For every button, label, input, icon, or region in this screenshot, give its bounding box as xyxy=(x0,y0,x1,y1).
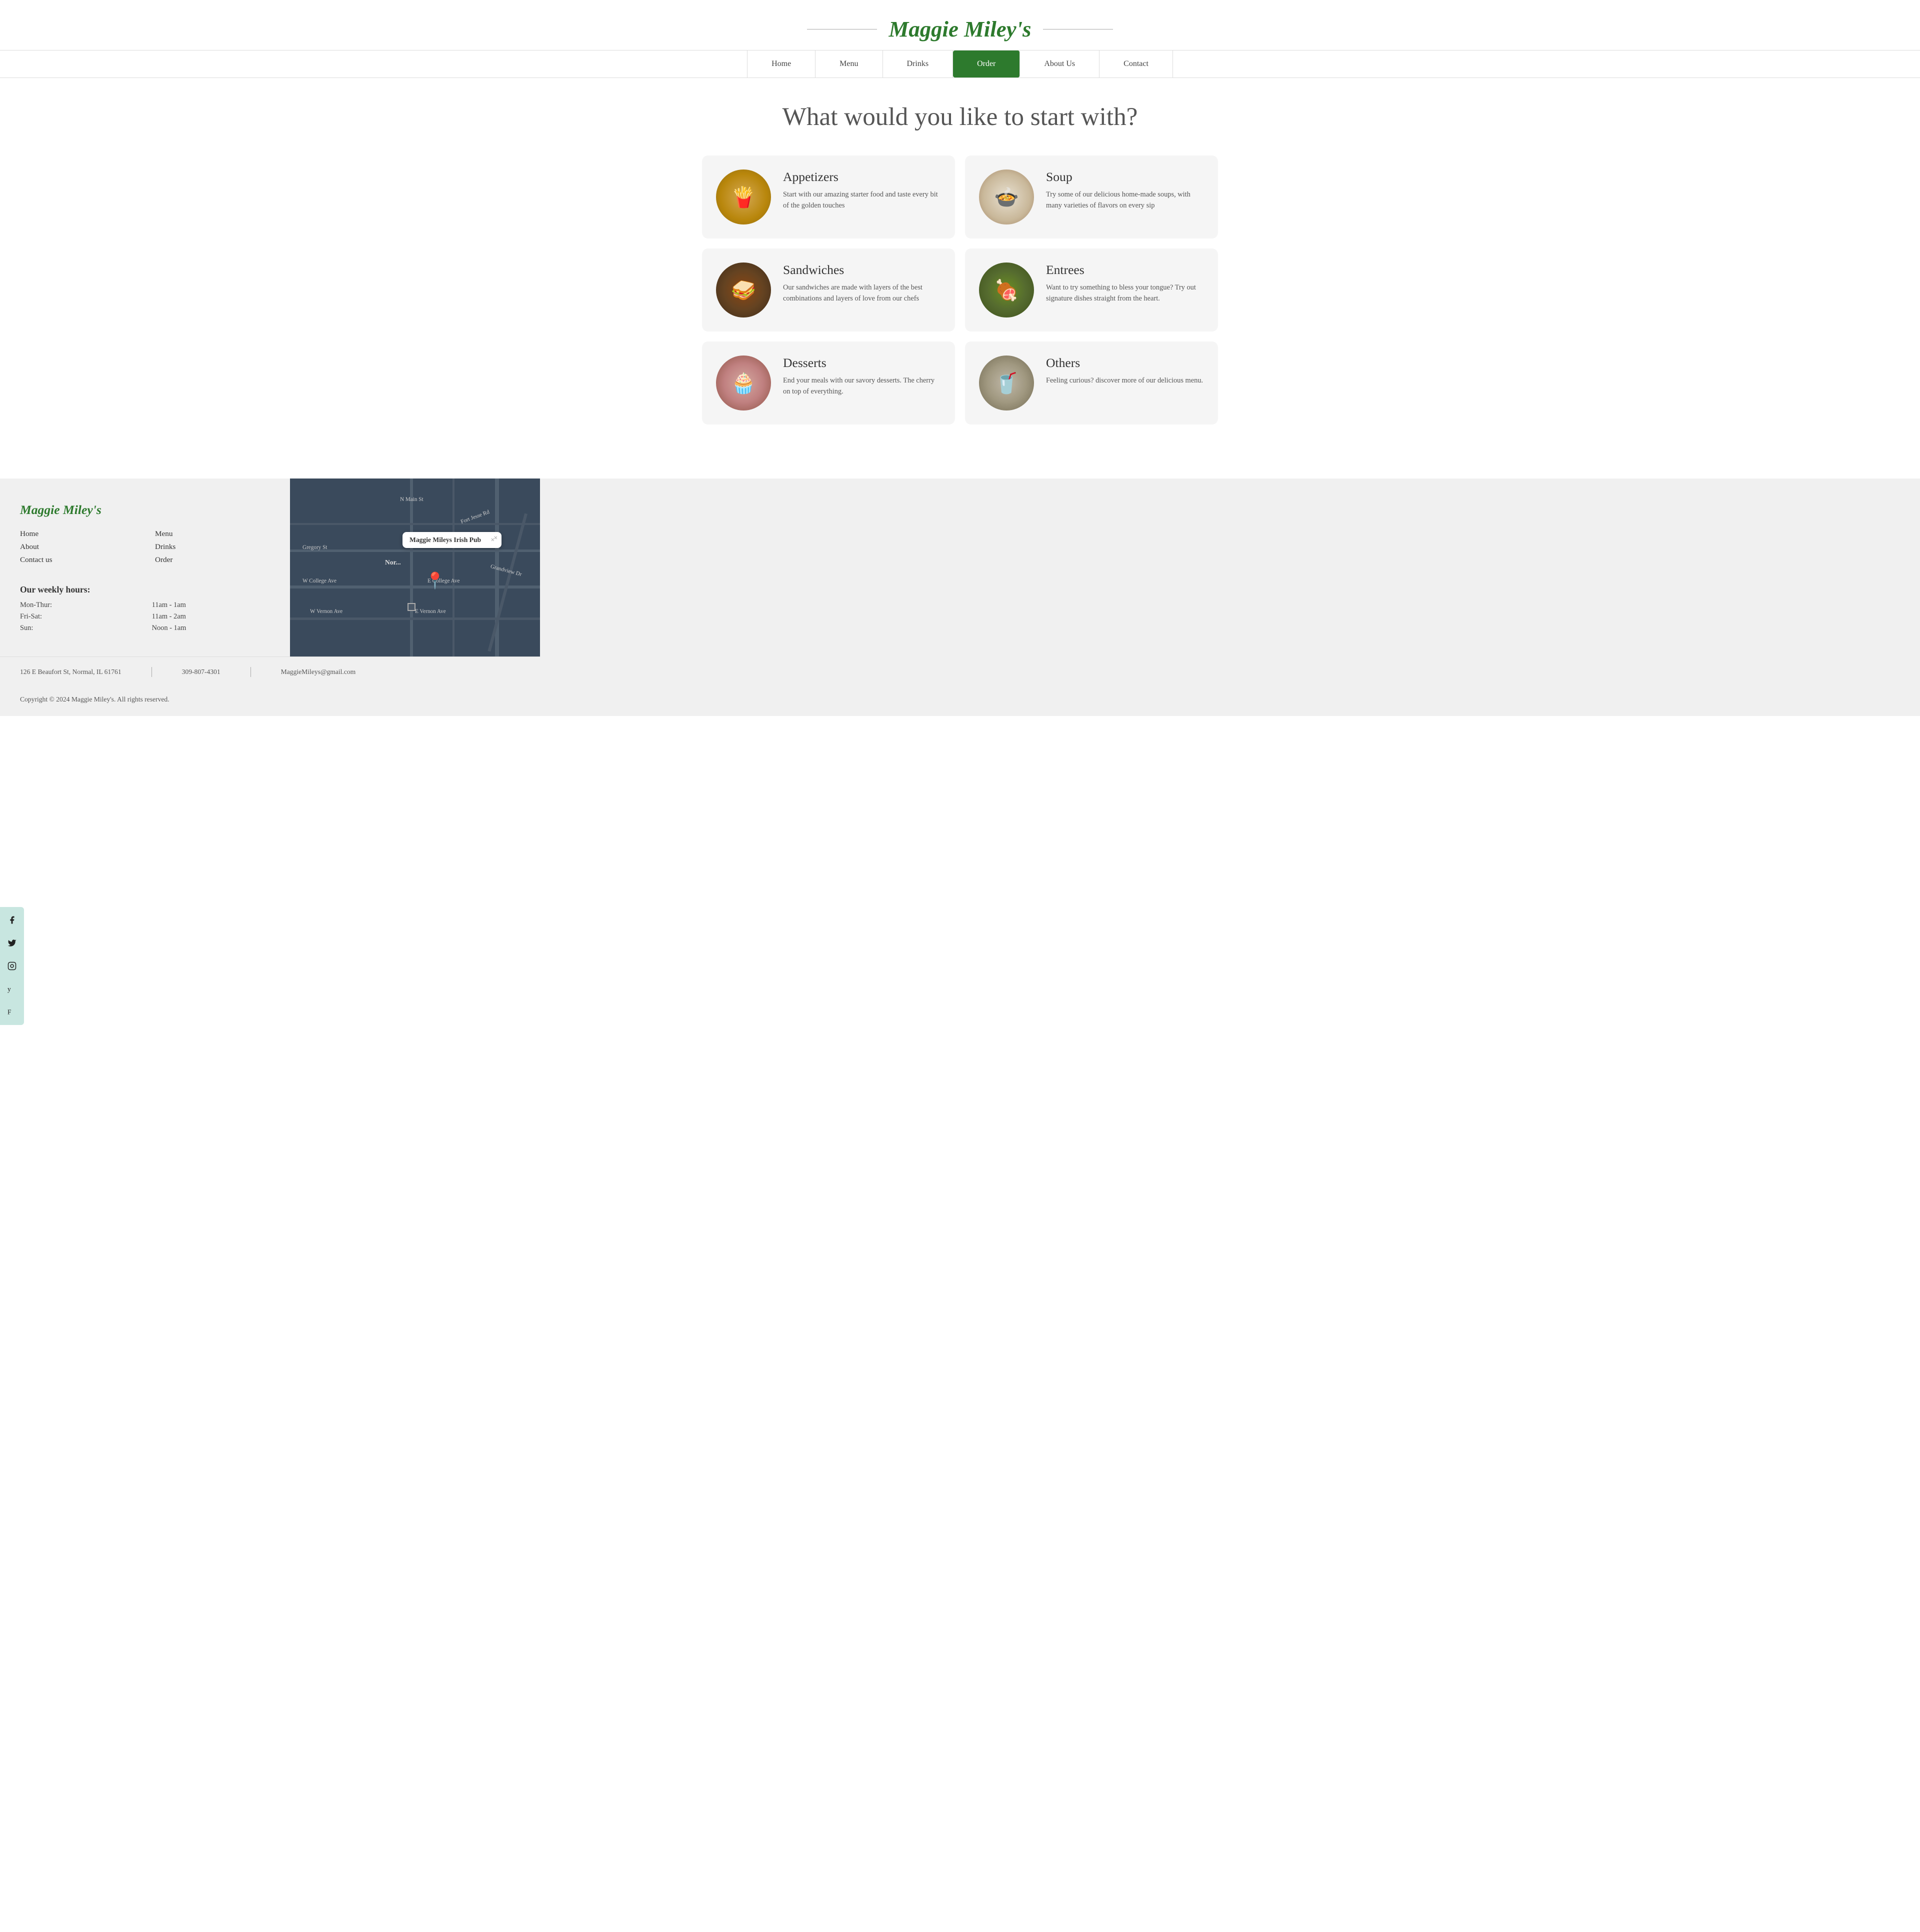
footer-link-order[interactable]: Order xyxy=(155,556,270,564)
map-tooltip-text: Maggie Mileys Irish Pub xyxy=(410,536,481,544)
menu-card-desc-others: Feeling curious? discover more of our de… xyxy=(1046,376,1203,386)
footer-bottom: 126 E Beaufort St, Normal, IL 61761 309-… xyxy=(0,656,540,687)
twitter-icon[interactable] xyxy=(5,936,19,950)
svg-text:y: y xyxy=(8,986,11,993)
footer-hours-title: Our weekly hours: xyxy=(20,584,270,595)
footer-link-menu[interactable]: Menu xyxy=(155,530,270,538)
menu-card-desc-sandwiches: Our sandwiches are made with layers of t… xyxy=(783,282,941,304)
hours-time: 11am - 2am xyxy=(152,612,270,621)
menu-card-others[interactable]: 🥤 Others Feeling curious? discover more of… xyxy=(965,342,1218,424)
menu-card-text-soup: Soup Try some of our delicious home-made … xyxy=(1046,170,1204,211)
yelp-icon[interactable]: y xyxy=(5,982,19,996)
map-label-main-st: N Main St xyxy=(400,496,424,502)
menu-card-title-appetizers: Appetizers xyxy=(783,170,941,184)
map-container: N Main St Gregory St Nor... W College Av… xyxy=(290,478,540,656)
footer-link-contact-us[interactable]: Contact us xyxy=(20,556,135,564)
menu-card-title-entrees: Entrees xyxy=(1046,262,1204,278)
footer-links: Home About Contact us Menu Drinks Order xyxy=(20,530,270,568)
menu-card-text-others: Others Feeling curious? discover more of … xyxy=(1046,356,1203,386)
main-content: What would you like to start with? 🍟 Appe… xyxy=(690,78,1230,448)
footer-brand: Maggie Miley's xyxy=(20,502,270,518)
footer-link-drinks[interactable]: Drinks xyxy=(155,542,270,552)
menu-card-desc-soup: Try some of our delicious home-made soup… xyxy=(1046,190,1204,211)
nav-item-contact[interactable]: Contact xyxy=(1100,50,1173,78)
footer-links-col2: Menu Drinks Order xyxy=(155,530,270,568)
menu-card-title-desserts: Desserts xyxy=(783,356,941,370)
footer-left: Maggie Miley's Home About Contact us Menu Dr… xyxy=(0,478,290,656)
hours-time: 11am - 1am xyxy=(152,601,270,610)
menu-card-soup[interactable]: 🍲 Soup Try some of our delicious home-made… xyxy=(965,156,1218,238)
nav-item-about-us[interactable]: About Us xyxy=(1020,50,1100,78)
nav-item-order[interactable]: Order xyxy=(953,50,1020,78)
svg-text:F: F xyxy=(8,1008,12,1016)
menu-card-title-soup: Soup xyxy=(1046,170,1204,184)
hours-time: Noon - 1am xyxy=(152,624,270,632)
map-tooltip-close[interactable]: × xyxy=(491,536,495,544)
menu-card-title-others: Others xyxy=(1046,356,1203,370)
menu-grid: 🍟 Appetizers Start with our amazing starte… xyxy=(702,156,1218,424)
hours-day: Fri-Sat: xyxy=(20,612,136,621)
menu-card-sandwiches[interactable]: 🥪 Sandwiches Our sandwiches are made with … xyxy=(702,248,955,332)
nav-item-drinks[interactable]: Drinks xyxy=(883,50,954,78)
menu-card-img-sandwiches: 🥪 xyxy=(716,262,771,318)
menu-card-title-sandwiches: Sandwiches xyxy=(783,262,941,278)
footer-copyright: Copyright © 2024 Maggie Miley's. All rig… xyxy=(0,687,540,716)
header-line-right xyxy=(1043,29,1113,30)
footer-links-col1: Home About Contact us xyxy=(20,530,135,568)
menu-card-desserts[interactable]: 🧁 Desserts End your meals with our savory … xyxy=(702,342,955,424)
footer-map: N Main St Gregory St Nor... W College Av… xyxy=(290,478,540,656)
nav-item-menu[interactable]: Menu xyxy=(816,50,882,78)
menu-card-appetizers[interactable]: 🍟 Appetizers Start with our amazing starte… xyxy=(702,156,955,238)
foursquare-icon[interactable]: F xyxy=(5,1005,19,1019)
map-label-w-college: W College Ave xyxy=(302,578,336,584)
map-label-nor: Nor... xyxy=(385,558,401,566)
map-label-w-vernon: W Vernon Ave xyxy=(310,608,342,614)
map-label-e-vernon: E Vernon Ave xyxy=(415,608,446,614)
header-line-left xyxy=(807,29,877,30)
page-heading: What would you like to start with? xyxy=(702,102,1218,132)
menu-card-desc-appetizers: Start with our amazing starter food and … xyxy=(783,190,941,211)
main-nav: HomeMenuDrinksOrderAbout UsContact xyxy=(0,50,1920,78)
footer-address: 126 E Beaufort St, Normal, IL 61761 xyxy=(20,668,122,676)
site-header: Maggie Miley's xyxy=(0,0,1920,50)
social-sidebar: y F xyxy=(0,907,24,1025)
facebook-icon[interactable] xyxy=(5,913,19,927)
map-pin: 📍 xyxy=(425,571,445,590)
menu-card-text-entrees: Entrees Want to try something to bless yo… xyxy=(1046,262,1204,304)
copyright-text: Copyright © 2024 Maggie Miley's. All rig… xyxy=(20,696,170,703)
footer-link-home[interactable]: Home xyxy=(20,530,135,538)
footer-link-about[interactable]: About xyxy=(20,542,135,552)
nav-item-home[interactable]: Home xyxy=(747,50,816,78)
menu-card-text-appetizers: Appetizers Start with our amazing starter… xyxy=(783,170,941,211)
footer-phone: 309-807-4301 xyxy=(182,668,220,676)
map-square-marker xyxy=(408,603,416,611)
site-footer: Maggie Miley's Home About Contact us Menu Dr… xyxy=(0,478,1920,716)
map-label-gregory: Gregory St xyxy=(302,544,327,550)
menu-card-img-entrees: 🍖 xyxy=(979,262,1034,318)
menu-card-img-desserts: 🧁 xyxy=(716,356,771,410)
menu-card-img-soup: 🍲 xyxy=(979,170,1034,224)
menu-card-text-desserts: Desserts End your meals with our savory d… xyxy=(783,356,941,397)
menu-card-text-sandwiches: Sandwiches Our sandwiches are made with l… xyxy=(783,262,941,304)
menu-card-img-appetizers: 🍟 xyxy=(716,170,771,224)
instagram-icon[interactable] xyxy=(5,959,19,973)
footer-hours-grid: Mon-Thur: 11am - 1am Fri-Sat: 11am - 2am Sun… xyxy=(20,601,270,632)
menu-card-desc-desserts: End your meals with our savory desserts.… xyxy=(783,376,941,397)
footer-divider2 xyxy=(250,667,251,677)
site-title: Maggie Miley's xyxy=(889,16,1032,42)
menu-card-desc-entrees: Want to try something to bless your tong… xyxy=(1046,282,1204,304)
footer-hours: Our weekly hours: Mon-Thur: 11am - 1am Fri… xyxy=(20,584,270,632)
hours-day: Mon-Thur: xyxy=(20,601,136,610)
map-tooltip: Maggie Mileys Irish Pub × xyxy=(402,532,502,548)
menu-card-img-others: 🥤 xyxy=(979,356,1034,410)
footer-email: MaggieMileys@gmail.com xyxy=(281,668,356,676)
hours-day: Sun: xyxy=(20,624,136,632)
menu-card-entrees[interactable]: 🍖 Entrees Want to try something to bless y… xyxy=(965,248,1218,332)
